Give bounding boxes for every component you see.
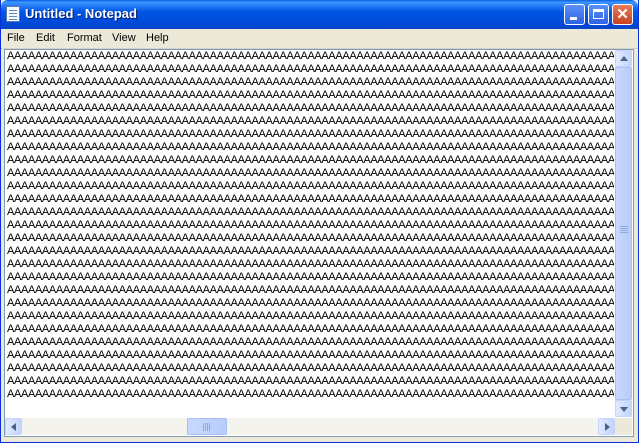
text-area[interactable]: AAAAAAAAAAAAAAAAAAAAAAAAAAAAAAAAAAAAAAAA… (5, 50, 614, 417)
minimize-button[interactable] (564, 4, 585, 25)
close-button[interactable]: ✕ (612, 4, 633, 25)
text-line: AAAAAAAAAAAAAAAAAAAAAAAAAAAAAAAAAAAAAAAA… (7, 89, 614, 101)
title-bar[interactable]: Untitled - Notepad ✕ (1, 0, 638, 29)
menu-bar: File Edit Format View Help (1, 29, 638, 49)
horizontal-scrollbar[interactable] (5, 418, 615, 435)
window-title: Untitled - Notepad (25, 6, 137, 21)
text-line: AAAAAAAAAAAAAAAAAAAAAAAAAAAAAAAAAAAAAAAA… (7, 323, 614, 335)
text-line: AAAAAAAAAAAAAAAAAAAAAAAAAAAAAAAAAAAAAAAA… (7, 128, 614, 140)
horizontal-scroll-thumb[interactable] (187, 418, 227, 435)
text-line: AAAAAAAAAAAAAAAAAAAAAAAAAAAAAAAAAAAAAAAA… (7, 245, 614, 257)
scroll-right-button[interactable] (598, 418, 615, 435)
text-line: AAAAAAAAAAAAAAAAAAAAAAAAAAAAAAAAAAAAAAAA… (7, 167, 614, 179)
scroll-up-button[interactable] (615, 50, 632, 67)
vertical-scrollbar[interactable] (615, 50, 632, 417)
text-line: AAAAAAAAAAAAAAAAAAAAAAAAAAAAAAAAAAAAAAAA… (7, 232, 614, 244)
scroll-left-button[interactable] (5, 418, 22, 435)
menu-edit[interactable]: Edit (36, 32, 55, 44)
text-line: AAAAAAAAAAAAAAAAAAAAAAAAAAAAAAAAAAAAAAAA… (7, 115, 614, 127)
scrollbar-corner (615, 418, 632, 435)
text-line: AAAAAAAAAAAAAAAAAAAAAAAAAAAAAAAAAAAAAAAA… (7, 349, 614, 361)
text-line: AAAAAAAAAAAAAAAAAAAAAAAAAAAAAAAAAAAAAAAA… (7, 206, 614, 218)
vertical-scroll-thumb[interactable] (615, 67, 632, 400)
text-line: AAAAAAAAAAAAAAAAAAAAAAAAAAAAAAAAAAAAAAAA… (7, 336, 614, 348)
text-line: AAAAAAAAAAAAAAAAAAAAAAAAAAAAAAAAAAAAAAAA… (7, 193, 614, 205)
menu-view[interactable]: View (112, 32, 136, 44)
arrow-up-icon (620, 56, 628, 61)
arrow-left-icon (11, 423, 16, 431)
notepad-icon (6, 6, 20, 22)
menu-file[interactable]: File (7, 32, 25, 44)
text-editor[interactable]: AAAAAAAAAAAAAAAAAAAAAAAAAAAAAAAAAAAAAAAA… (4, 49, 634, 437)
text-line: AAAAAAAAAAAAAAAAAAAAAAAAAAAAAAAAAAAAAAAA… (7, 141, 614, 153)
text-line: AAAAAAAAAAAAAAAAAAAAAAAAAAAAAAAAAAAAAAAA… (7, 76, 614, 88)
text-line: AAAAAAAAAAAAAAAAAAAAAAAAAAAAAAAAAAAAAAAA… (7, 258, 614, 270)
arrow-right-icon (605, 423, 610, 431)
scroll-down-button[interactable] (615, 400, 632, 417)
notepad-window: Untitled - Notepad ✕ File Edit Format Vi… (0, 0, 639, 443)
maximize-button[interactable] (588, 4, 609, 25)
text-line: AAAAAAAAAAAAAAAAAAAAAAAAAAAAAAAAAAAAAAAA… (7, 375, 614, 387)
minimize-icon (570, 17, 577, 20)
text-line: AAAAAAAAAAAAAAAAAAAAAAAAAAAAAAAAAAAAAAAA… (7, 102, 614, 114)
menu-help[interactable]: Help (146, 32, 169, 44)
text-line: AAAAAAAAAAAAAAAAAAAAAAAAAAAAAAAAAAAAAAAA… (7, 297, 614, 309)
maximize-icon (593, 9, 604, 19)
text-line: AAAAAAAAAAAAAAAAAAAAAAAAAAAAAAAAAAAAAAAA… (7, 284, 614, 296)
text-line: AAAAAAAAAAAAAAAAAAAAAAAAAAAAAAAAAAAAAAAA… (7, 63, 614, 75)
text-line: AAAAAAAAAAAAAAAAAAAAAAAAAAAAAAAAAAAAAAAA… (7, 180, 614, 192)
grip-icon (620, 226, 628, 227)
text-line: AAAAAAAAAAAAAAAAAAAAAAAAAAAAAAAAAAAAAAAA… (7, 219, 614, 231)
text-line: AAAAAAAAAAAAAAAAAAAAAAAAAAAAAAAAAAAAAAAA… (7, 362, 614, 374)
grip-icon (203, 423, 204, 431)
text-line: AAAAAAAAAAAAAAAAAAAAAAAAAAAAAAAAAAAAAAAA… (7, 310, 614, 322)
menu-format[interactable]: Format (67, 32, 102, 44)
text-line: AAAAAAAAAAAAAAAAAAAAAAAAAAAAAAAAAAAAAAAA… (7, 388, 614, 400)
close-icon: ✕ (616, 6, 629, 23)
arrow-down-icon (620, 407, 628, 412)
text-line: AAAAAAAAAAAAAAAAAAAAAAAAAAAAAAAAAAAAAAAA… (7, 50, 614, 62)
text-line: AAAAAAAAAAAAAAAAAAAAAAAAAAAAAAAAAAAAAAAA… (7, 271, 614, 283)
text-line: AAAAAAAAAAAAAAAAAAAAAAAAAAAAAAAAAAAAAAAA… (7, 154, 614, 166)
